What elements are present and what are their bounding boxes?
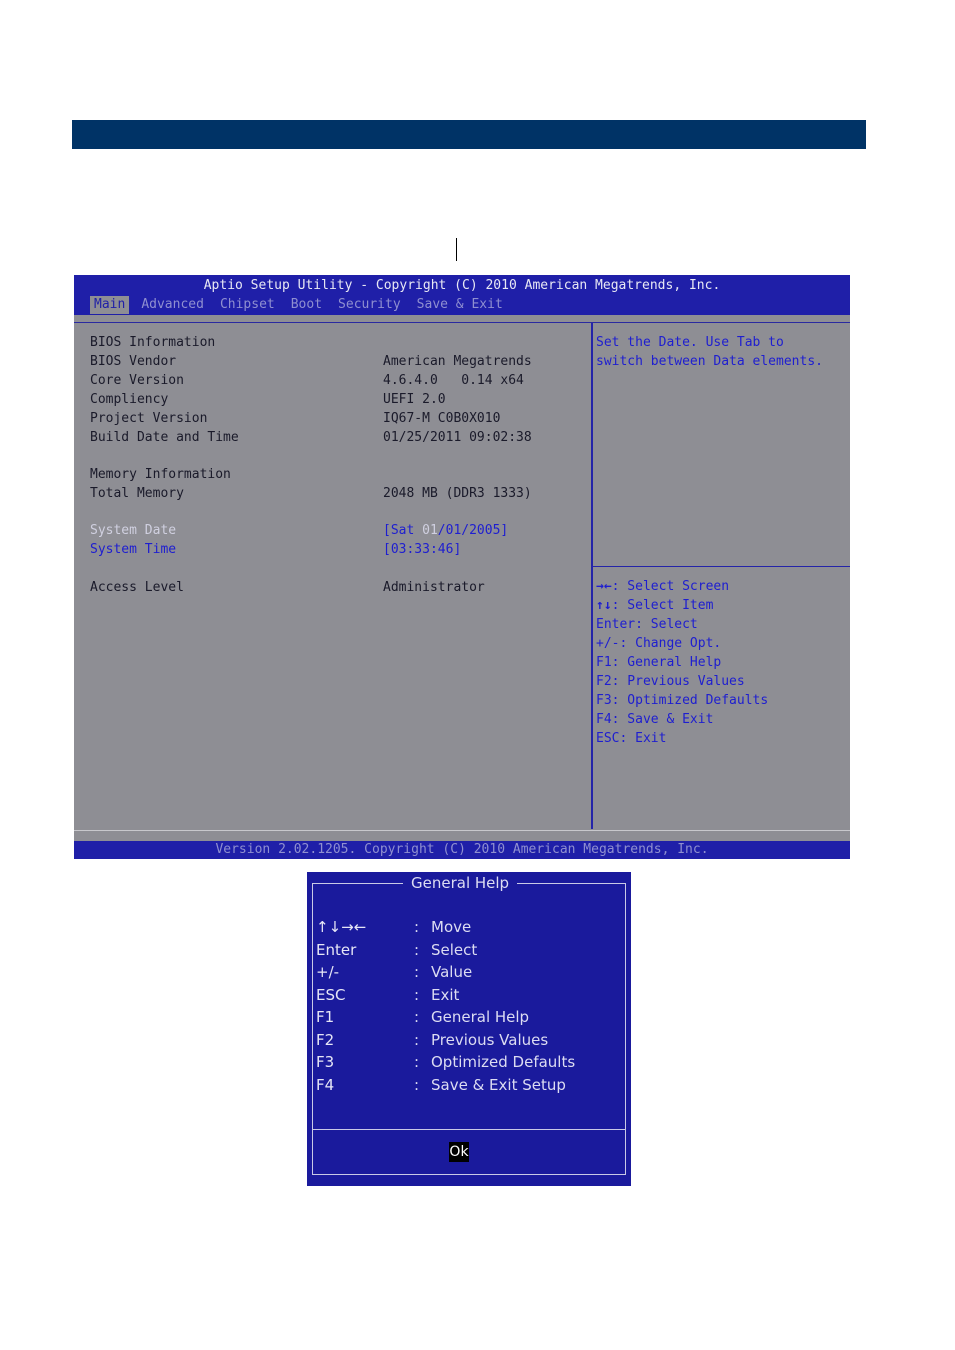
total-memory-value: 2048 MB (DDR3 1333) (383, 486, 532, 501)
tab-advanced[interactable]: Advanced (137, 296, 208, 314)
key-f2: F2 (316, 1031, 335, 1049)
bios-vendor-label: BIOS Vendor (90, 354, 177, 369)
separator-colon: : (414, 963, 420, 981)
project-version-value: IQ67-M C0B0X010 (383, 411, 501, 426)
compliency-value: UEFI 2.0 (383, 392, 446, 407)
project-version-label: Project Version (90, 411, 208, 426)
help-divider (593, 566, 850, 567)
ok-button[interactable]: Ok (449, 1142, 469, 1162)
tab-save-exit[interactable]: Save & Exit (413, 296, 507, 314)
key-f1: F1 (316, 1008, 335, 1026)
bios-setup-screen: Aptio Setup Utility - Copyright (C) 2010… (74, 275, 850, 859)
separator-colon: : (414, 1008, 420, 1026)
tab-security[interactable]: Security (334, 296, 405, 314)
help-save-exit-setup: Save & Exit Setup (431, 1076, 566, 1094)
key-f3: F3 (316, 1053, 335, 1071)
help-exit: Exit (431, 986, 460, 1004)
footer-divider (74, 830, 850, 831)
core-version-value: 4.6.4.0 0.14 x64 (383, 373, 524, 388)
bios-menu-bar: Main Advanced Chipset Boot Security Save… (90, 296, 515, 314)
key-f4: F4 (316, 1076, 335, 1094)
separator-colon: : (414, 1031, 420, 1049)
text-cursor (456, 238, 457, 261)
help-select: Select (431, 941, 478, 959)
access-level-label: Access Level (90, 580, 184, 595)
separator-colon: : (414, 986, 420, 1004)
system-time-field[interactable]: [03:33:46] (383, 542, 461, 560)
key-enter: Enter (316, 941, 357, 959)
system-date-prefix: [Sat (383, 523, 423, 538)
total-memory-label: Total Memory (90, 486, 184, 501)
separator-colon: : (414, 1053, 420, 1071)
separator-colon: : (414, 1076, 420, 1094)
separator-colon: : (414, 941, 420, 959)
help-value: Value (431, 963, 473, 981)
page-header-bar (72, 120, 866, 149)
bios-header: Aptio Setup Utility - Copyright (C) 2010… (74, 275, 850, 315)
compliency-label: Compliency (90, 392, 169, 407)
key-help-select-screen: →←: Select Screen (596, 579, 730, 594)
item-help-line-2: switch between Data elements. (596, 354, 823, 369)
separator-colon: : (414, 918, 420, 936)
left-right-arrows-icon: →← (596, 579, 612, 594)
build-date-label: Build Date and Time (90, 430, 239, 445)
item-help-line-1: Set the Date. Use Tab to (596, 335, 784, 350)
key-help-f2: F2: Previous Values (596, 674, 745, 689)
key-help-select-item: ↑↓: Select Item (596, 598, 714, 613)
access-level-value: Administrator (383, 580, 485, 595)
key-help-f3: F3: Optimized Defaults (596, 693, 769, 708)
build-date-value: 01/25/2011 09:02:38 (383, 430, 532, 445)
key-help-esc: ESC: Exit (596, 731, 667, 746)
system-date-field[interactable]: [Sat 01/01/2005] (383, 523, 508, 541)
key-esc: ESC (316, 986, 346, 1004)
key-help-enter: Enter: Select (596, 617, 698, 632)
dialog-separator (312, 1129, 626, 1130)
help-previous-values: Previous Values (431, 1031, 549, 1049)
tab-chipset[interactable]: Chipset (216, 296, 279, 314)
key-help-f1: F1: General Help (596, 655, 722, 670)
key-help-change-opt: +/-: Change Opt. (596, 636, 722, 651)
core-version-label: Core Version (90, 373, 184, 388)
bios-footer: Version 2.02.1205. Copyright (C) 2010 Am… (74, 841, 850, 859)
version-text: Version 2.02.1205. Copyright (C) 2010 Am… (215, 842, 709, 857)
system-date-label[interactable]: System Date (90, 523, 176, 541)
divider (74, 322, 850, 323)
general-help-dialog: General Help ↑↓→← : Move Enter : Select … (307, 872, 631, 1186)
dialog-title: General Help (403, 874, 518, 892)
bios-vendor-value: American Megatrends (383, 354, 532, 369)
system-time-label[interactable]: System Time (90, 542, 176, 560)
bios-title: Aptio Setup Utility - Copyright (C) 2010… (203, 278, 721, 293)
help-move: Move (431, 918, 472, 936)
system-date-rest: /01/2005] (437, 523, 509, 538)
arrow-keys-icon: ↑↓→← (316, 918, 367, 936)
key-plus-minus: +/- (316, 963, 340, 981)
section-memory-information: Memory Information (90, 467, 231, 482)
panel-divider (591, 323, 593, 829)
up-down-arrows-icon: ↑↓ (596, 598, 612, 613)
help-optimized-defaults: Optimized Defaults (431, 1053, 576, 1071)
tab-main[interactable]: Main (90, 296, 130, 314)
system-date-month[interactable]: 01 (422, 523, 438, 538)
help-general-help: General Help (431, 1008, 530, 1026)
section-bios-information: BIOS Information (90, 335, 216, 350)
tab-boot[interactable]: Boot (287, 296, 326, 314)
key-help-f4: F4: Save & Exit (596, 712, 714, 727)
